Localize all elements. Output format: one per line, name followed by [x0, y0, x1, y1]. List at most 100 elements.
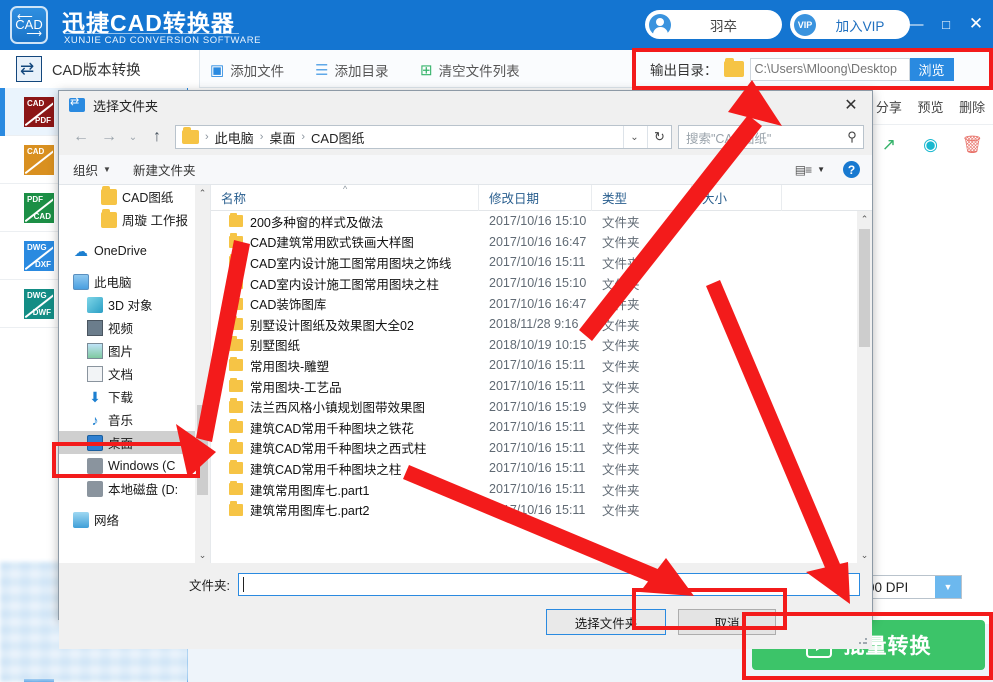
folder-icon	[101, 208, 117, 228]
tree-item-local-disk-d[interactable]: 本地磁盘 (D:	[59, 477, 210, 500]
tree-item-label: CAD图纸	[122, 191, 174, 205]
column-header-name[interactable]: 名称	[211, 185, 479, 211]
view-layout-icon[interactable]: ▤≡	[795, 163, 812, 177]
folder-icon	[229, 377, 243, 393]
share-icon[interactable]: ↗	[868, 135, 910, 155]
tree-item-network[interactable]: 网络	[59, 508, 210, 531]
folder-icon[interactable]	[723, 58, 744, 77]
recent-locations-icon[interactable]: ⌄	[123, 124, 143, 150]
scroll-up-icon[interactable]: ⌃	[857, 211, 872, 227]
add-file-button[interactable]: ▣ 添加文件	[210, 59, 284, 81]
eye-icon[interactable]: ◉	[910, 135, 952, 155]
tab-cad-version-convert[interactable]: CAD版本转换	[0, 50, 200, 88]
breadcrumb-segment-desktop[interactable]: 桌面	[269, 128, 295, 147]
arrow-left-icon[interactable]: ←	[67, 124, 95, 150]
file-date: 2017/10/16 15:10	[489, 276, 587, 291]
column-header-size[interactable]: 大小	[692, 185, 782, 211]
tree-item-work-report[interactable]: 周璇 工作报	[59, 208, 210, 231]
column-header-date[interactable]: 修改日期	[479, 185, 592, 211]
new-folder-button[interactable]: 新建文件夹	[133, 160, 196, 179]
column-header-type[interactable]: 类型	[592, 185, 692, 211]
folder-icon	[229, 501, 243, 516]
cancel-button[interactable]: 取消	[678, 609, 776, 635]
user-name: 羽卒	[710, 18, 737, 34]
output-directory-input[interactable]	[749, 57, 910, 81]
table-row[interactable]: 常用图块-雕塑 2017/10/16 15:11 文件夹	[211, 355, 872, 376]
breadcrumb-segment-cad-drawings[interactable]: CAD图纸	[311, 128, 364, 147]
folder-icon	[229, 274, 243, 290]
arrow-up-icon[interactable]: ↑	[143, 124, 171, 150]
table-row[interactable]: CAD室内设计施工图常用图块之柱 2017/10/16 15:10 文件夹	[211, 273, 872, 294]
table-row[interactable]: 200多种窗的样式及做法 2017/10/16 15:10 文件夹	[211, 211, 872, 232]
table-row[interactable]: CAD室内设计施工图常用图块之饰线 2017/10/16 15:11 文件夹	[211, 252, 872, 273]
share-header-label: 分享	[875, 99, 902, 115]
table-row[interactable]: CAD装饰图库 2017/10/16 16:47 文件夹	[211, 293, 872, 314]
tree-item-onedrive[interactable]: ☁ OneDrive	[59, 239, 210, 262]
add-folder-label: 添加目录	[334, 64, 389, 79]
join-vip-button[interactable]: VIP 加入VIP	[790, 10, 910, 39]
tree-scrollbar[interactable]: ⌃ ⌄	[195, 185, 210, 563]
close-button[interactable]: ✕	[963, 12, 989, 36]
table-row[interactable]: 建筑CAD常用千种图块之柱 2017/10/16 15:11 文件夹	[211, 458, 872, 479]
arrow-right-icon[interactable]: →	[95, 124, 123, 150]
file-type: 文件夹	[602, 298, 640, 313]
scroll-up-icon[interactable]: ⌃	[195, 185, 210, 201]
table-row[interactable]: 建筑常用图库七.part1 2017/10/16 15:11 文件夹	[211, 479, 872, 500]
dialog-convert-icon	[69, 95, 85, 112]
folder-name-input[interactable]	[237, 573, 860, 596]
file-type: 文件夹	[602, 380, 640, 395]
vip-badge-icon: VIP	[794, 13, 816, 36]
chevron-down-icon[interactable]: ⌄	[623, 126, 645, 148]
trash-icon[interactable]: 🗑	[951, 135, 993, 155]
dialog-close-button[interactable]: ✕	[830, 91, 872, 119]
table-row[interactable]: CAD建筑常用欧式铁画大样图 2017/10/16 16:47 文件夹	[211, 232, 872, 253]
table-row[interactable]: 建筑常用图库七.part2 2017/10/16 15:11 文件夹	[211, 499, 872, 520]
scrollbar-thumb[interactable]	[197, 405, 208, 495]
tree-item-desktop[interactable]: 桌面	[59, 431, 210, 454]
clear-list-button[interactable]: ⊞ 清空文件列表	[420, 59, 520, 81]
table-row[interactable]: 别墅图纸 2018/10/19 10:15 文件夹	[211, 335, 872, 356]
organize-button[interactable]: 组织	[73, 160, 98, 179]
refresh-icon[interactable]: ↻	[647, 126, 671, 148]
add-folder-button[interactable]: ☰ 添加目录	[315, 59, 388, 81]
user-account-button[interactable]: 羽卒	[645, 10, 782, 39]
search-input[interactable]: 搜索"CAD图纸" ⚲	[678, 125, 864, 149]
tree-item-3d-objects[interactable]: 3D 对象	[59, 293, 210, 316]
file-list-scrollbar[interactable]: ⌃ ⌄	[857, 211, 872, 563]
select-folder-button[interactable]: 选择文件夹	[546, 609, 666, 635]
tree-item-windows-c[interactable]: Windows (C	[59, 454, 210, 477]
chevron-down-icon[interactable]: ▼	[817, 165, 825, 174]
table-row[interactable]: 法兰西风格小镇规划图带效果图 2017/10/16 15:19 文件夹	[211, 396, 872, 417]
scroll-down-icon[interactable]: ⌄	[857, 547, 872, 563]
tree-item-music[interactable]: ♪ 音乐	[59, 408, 210, 431]
file-date: 2017/10/16 15:11	[489, 482, 586, 497]
table-row[interactable]: 建筑CAD常用千种图块之铁花 2017/10/16 15:11 文件夹	[211, 417, 872, 438]
tree-item-cad-drawings[interactable]: CAD图纸	[59, 185, 210, 208]
chevron-down-icon[interactable]: ▼	[935, 576, 961, 598]
folder-icon	[229, 315, 243, 331]
help-icon[interactable]: ?	[843, 161, 860, 178]
network-icon	[73, 511, 89, 528]
table-row[interactable]: 常用图块-工艺品 2017/10/16 15:11 文件夹	[211, 376, 872, 397]
search-icon[interactable]: ⚲	[841, 129, 863, 145]
resize-grip[interactable]	[858, 635, 868, 645]
breadcrumb[interactable]: › 此电脑 › 桌面 › CAD图纸 ⌄ ↻	[175, 125, 672, 149]
tree-item-label: 网络	[94, 514, 120, 528]
tree-item-videos[interactable]: 视频	[59, 316, 210, 339]
tree-item-downloads[interactable]: ⬇ 下载	[59, 385, 210, 408]
maximize-button[interactable]: □	[933, 12, 959, 36]
table-row[interactable]: 建筑CAD常用千种图块之西式柱 2017/10/16 15:11 文件夹	[211, 438, 872, 459]
chevron-down-icon[interactable]: ▼	[103, 165, 111, 174]
scrollbar-thumb[interactable]	[859, 229, 870, 347]
tree-item-documents[interactable]: 文档	[59, 362, 210, 385]
tree-item-this-pc[interactable]: 此电脑	[59, 270, 210, 293]
breadcrumb-segment-this-pc[interactable]: 此电脑	[215, 128, 254, 147]
table-row[interactable]: 别墅设计图纸及效果图大全02 2018/11/28 9:16 文件夹	[211, 314, 872, 335]
folder-name-label: 文件夹:	[189, 579, 230, 593]
minimize-button[interactable]: —	[903, 12, 929, 36]
browse-button[interactable]: 浏览	[909, 57, 954, 81]
dialog-footer: 文件夹: 选择文件夹 取消	[59, 563, 872, 649]
tree-item-pictures[interactable]: 图片	[59, 339, 210, 362]
dpi-select[interactable]: 00 DPI ▼	[862, 575, 962, 599]
scroll-down-icon[interactable]: ⌄	[195, 547, 210, 563]
